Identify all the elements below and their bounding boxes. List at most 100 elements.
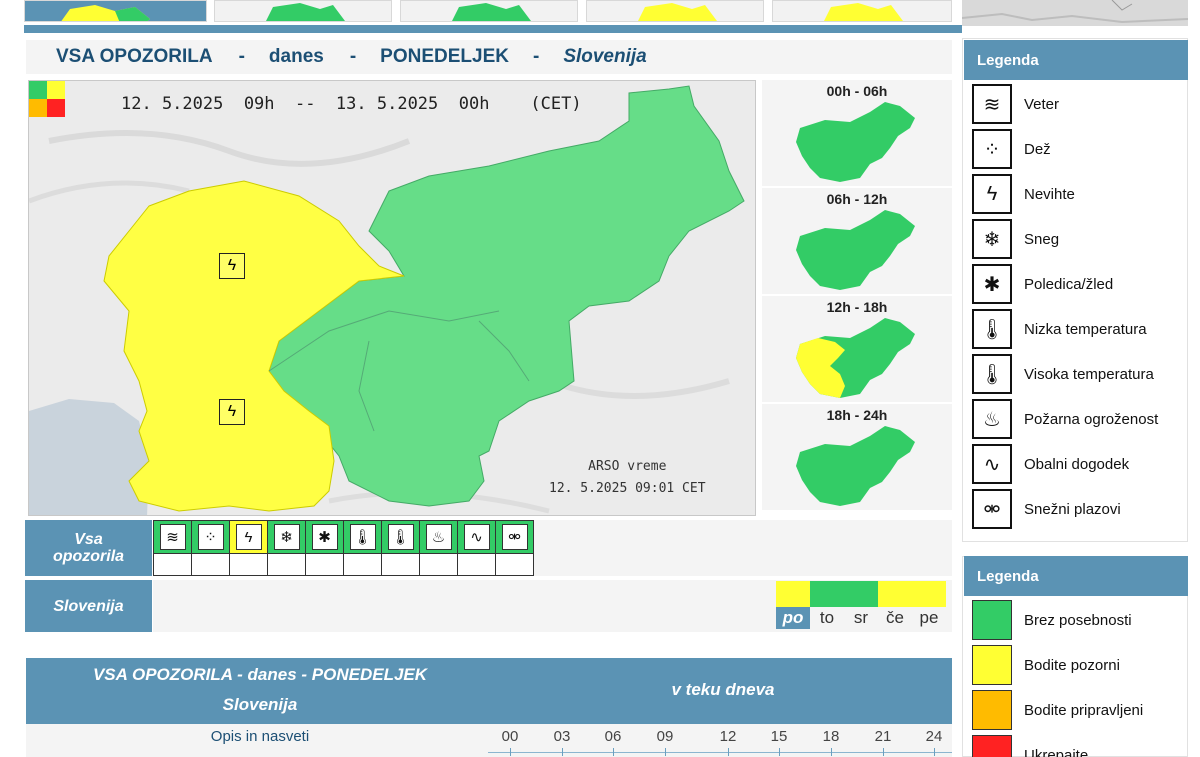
high-temperature-icon: 🌡 (972, 354, 1012, 394)
thunderstorm-icon: ϟ (972, 174, 1012, 214)
top-thumbnail-selected[interactable] (24, 0, 207, 22)
level-label: Brez posebnosti (1024, 611, 1132, 629)
top-thumbnail[interactable] (214, 0, 392, 22)
all-warnings-label-line2: opozorila (52, 548, 125, 565)
all-warnings-label: Vsa opozorila (25, 520, 152, 576)
day-label: če (886, 608, 904, 627)
time-slice[interactable]: 00h - 06h (762, 80, 952, 186)
day-pe[interactable]: pe (912, 581, 946, 631)
map-credit: ARSO vreme 12. 5.2025 09:01 CET (549, 456, 706, 500)
day-label: sr (853, 608, 869, 627)
hour-tick (779, 748, 780, 756)
hour-tick (934, 748, 935, 756)
low-temperature-icon: 🌡 (349, 524, 376, 550)
thunderstorm-icon[interactable]: ϟ (219, 253, 245, 279)
thunderstorm-icon[interactable]: ϟ (219, 399, 245, 425)
hour-tick (665, 748, 666, 756)
time-slice-label: 00h - 06h (826, 83, 888, 99)
day-level-swatch (878, 581, 912, 607)
day-če[interactable]: če (878, 581, 912, 631)
map-credit-time: 12. 5.2025 09:01 CET (549, 481, 706, 496)
overview-map-thumbnail[interactable] (962, 0, 1188, 26)
hazard-cell-level: ∿ (458, 521, 495, 554)
level-swatch (972, 735, 1012, 757)
day-sr[interactable]: sr (844, 581, 878, 631)
coastal-event-icon: ∿ (463, 524, 490, 550)
hazard-cell[interactable]: 🌡 (343, 520, 382, 576)
time-slice-map (796, 318, 915, 398)
legend-item-label: Požarna ogroženost (1024, 410, 1159, 428)
ice-icon: ✱ (972, 264, 1012, 304)
time-slice-label: 18h - 24h (826, 407, 888, 423)
day-label: to (819, 608, 835, 627)
legend-item: 🌡 Visoka temperatura (972, 354, 1154, 394)
top-thumbnail[interactable] (586, 0, 764, 22)
fire-danger-icon: ♨ (972, 399, 1012, 439)
table-title: VSA OPOZORILA - danes - PONEDELJEK (92, 665, 428, 684)
legend-item: ∿ Obalni dogodek (972, 444, 1129, 484)
hour-label: 24 (925, 728, 943, 745)
legend-item-label: Visoka temperatura (1024, 365, 1154, 383)
hazard-cell[interactable]: ✱ (305, 520, 344, 576)
hazard-cell[interactable]: ∿ (457, 520, 496, 576)
hazard-cell[interactable]: ϟ (229, 520, 268, 576)
level-legend-item: Brez posebnosti (972, 600, 1132, 640)
top-thumbnail-strip (24, 0, 954, 26)
map-graphic (29, 81, 755, 515)
hazard-cell[interactable]: 🌡 (381, 520, 420, 576)
hour-label: 18 (822, 728, 840, 745)
time-slice[interactable]: 12h - 18h (762, 296, 952, 402)
hazard-cell[interactable]: ⚮ (495, 520, 534, 576)
hazard-cell[interactable]: ⁘ (191, 520, 230, 576)
wind-icon: ≋ (972, 84, 1012, 124)
time-slice-label: 06h - 12h (826, 191, 888, 207)
hazard-cell-level: ⁘ (192, 521, 229, 554)
title-day: PONEDELJEK (380, 46, 509, 67)
wind-icon: ≋ (159, 524, 186, 550)
hazard-cell[interactable]: ≋ (153, 520, 192, 576)
section-divider (24, 25, 962, 33)
hazard-cell-level: ♨ (420, 521, 457, 554)
warning-map[interactable]: 12. 5.2025 09h -- 13. 5.2025 00h (CET) ϟ… (28, 80, 756, 516)
hour-tick (613, 748, 614, 756)
time-slice-map (796, 102, 915, 182)
level-label: Ukrepajte (1024, 746, 1089, 757)
rain-icon: ⁘ (197, 524, 224, 550)
hour-label: 15 (770, 728, 788, 745)
day-to[interactable]: to (810, 581, 844, 631)
hour-tick (562, 748, 563, 756)
legend-item: ✱ Poledica/žled (972, 264, 1113, 304)
hour-label: 21 (874, 728, 892, 745)
hour-label: 00 (501, 728, 519, 745)
hour-tick (883, 748, 884, 756)
high-temperature-icon: 🌡 (387, 524, 414, 550)
day-level-swatch (810, 581, 844, 607)
warnings-table-subheader: Opis in nasveti 00 03 06 09 12 15 18 21 24 (26, 724, 952, 757)
day-po[interactable]: po (776, 581, 810, 631)
day-level-swatch (776, 581, 810, 607)
legend-item-label: Snežni plazovi (1024, 500, 1121, 518)
warnings-table-header: VSA OPOZORILA - danes - PONEDELJEK Slove… (26, 658, 952, 724)
day-level-swatch (912, 581, 946, 607)
title-separator: - (349, 46, 357, 67)
level-label: Bodite pripravljeni (1024, 701, 1144, 719)
hazard-cell[interactable]: ❄ (267, 520, 306, 576)
hour-label: 03 (553, 728, 571, 745)
legend-item: ≋ Veter (972, 84, 1059, 124)
time-slice[interactable]: 06h - 12h (762, 188, 952, 294)
day-level-swatch (844, 581, 878, 607)
region-label[interactable]: Slovenija (25, 580, 152, 632)
top-thumbnail[interactable] (400, 0, 578, 22)
hour-label: 06 (604, 728, 622, 745)
rain-icon: ⁘ (972, 129, 1012, 169)
legend-item: ϟ Nevihte (972, 174, 1075, 214)
level-legend-item: Ukrepajte (972, 735, 1088, 757)
avalanche-icon: ⚮ (972, 489, 1012, 529)
hazard-cell[interactable]: ♨ (419, 520, 458, 576)
hour-tick (831, 748, 832, 756)
top-thumbnail[interactable] (772, 0, 952, 22)
hour-label: 12 (719, 728, 737, 745)
legend-item: ⁘ Dež (972, 129, 1051, 169)
table-time-header: v teku dneva (671, 680, 775, 699)
time-slice[interactable]: 18h - 24h (762, 404, 952, 510)
